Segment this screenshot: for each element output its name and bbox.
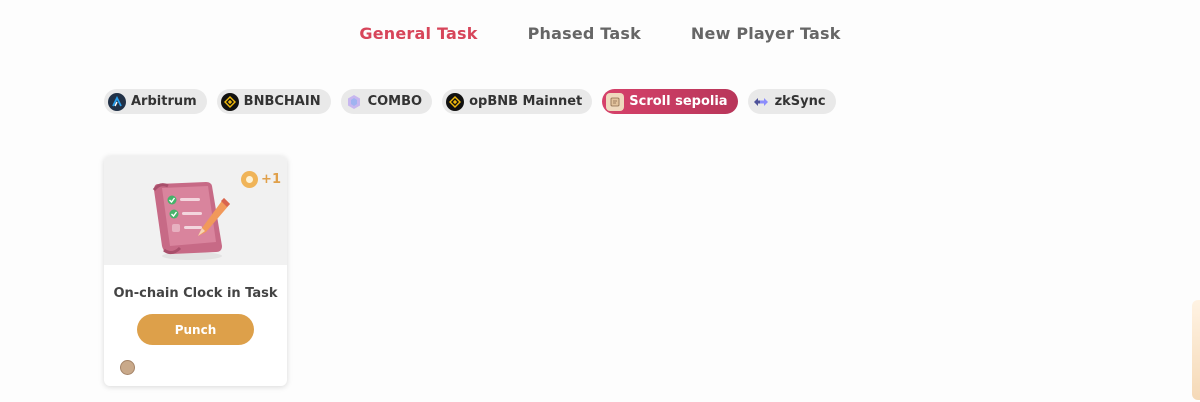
chain-label: Arbitrum <box>131 94 197 109</box>
scroll-icon <box>606 92 625 111</box>
chain-chip-bnbchain[interactable]: BNBCHAIN <box>216 89 331 114</box>
punch-button[interactable]: Punch <box>137 314 254 345</box>
chain-label: zkSync <box>774 94 826 109</box>
coin-icon <box>241 171 259 188</box>
chain-chip-opbnb[interactable]: opBNB Mainnet <box>442 89 593 114</box>
chain-chip-arbitrum[interactable]: Arbitrum <box>104 89 207 114</box>
task-title: On-chain Clock in Task <box>113 286 278 301</box>
opbnb-icon <box>446 92 465 111</box>
chain-filter: Arbitrum BNBCHAIN COMBO opBNB Mainnet Sc… <box>104 89 836 114</box>
zksync-icon <box>752 93 770 111</box>
chain-label: BNBCHAIN <box>243 94 321 109</box>
chain-label: Scroll sepolia <box>629 94 728 109</box>
reward-value: +1 <box>261 172 281 187</box>
chain-label: COMBO <box>367 94 423 109</box>
task-card: +1 On-chain Clock in Task Punch <box>104 156 287 386</box>
reward-badge: +1 <box>241 171 281 188</box>
chain-chip-scroll-sepolia[interactable]: Scroll sepolia <box>602 89 738 114</box>
task-tabs: General Task Phased Task New Player Task <box>0 24 1200 43</box>
tab-new-player-task[interactable]: New Player Task <box>691 24 841 43</box>
chain-chip-zksync[interactable]: zkSync <box>747 89 836 114</box>
tab-phased-task[interactable]: Phased Task <box>528 24 641 43</box>
scroll-icon <box>120 360 135 375</box>
chain-chip-combo[interactable]: COMBO <box>340 89 433 114</box>
scroll-checklist-icon <box>152 182 230 260</box>
task-card-header: +1 <box>104 156 287 265</box>
tab-general-task[interactable]: General Task <box>359 24 477 43</box>
side-decoration <box>1192 300 1200 400</box>
chain-label: opBNB Mainnet <box>469 94 583 109</box>
arbitrum-icon <box>108 92 126 111</box>
bnb-icon <box>220 92 239 111</box>
combo-icon <box>345 93 363 111</box>
